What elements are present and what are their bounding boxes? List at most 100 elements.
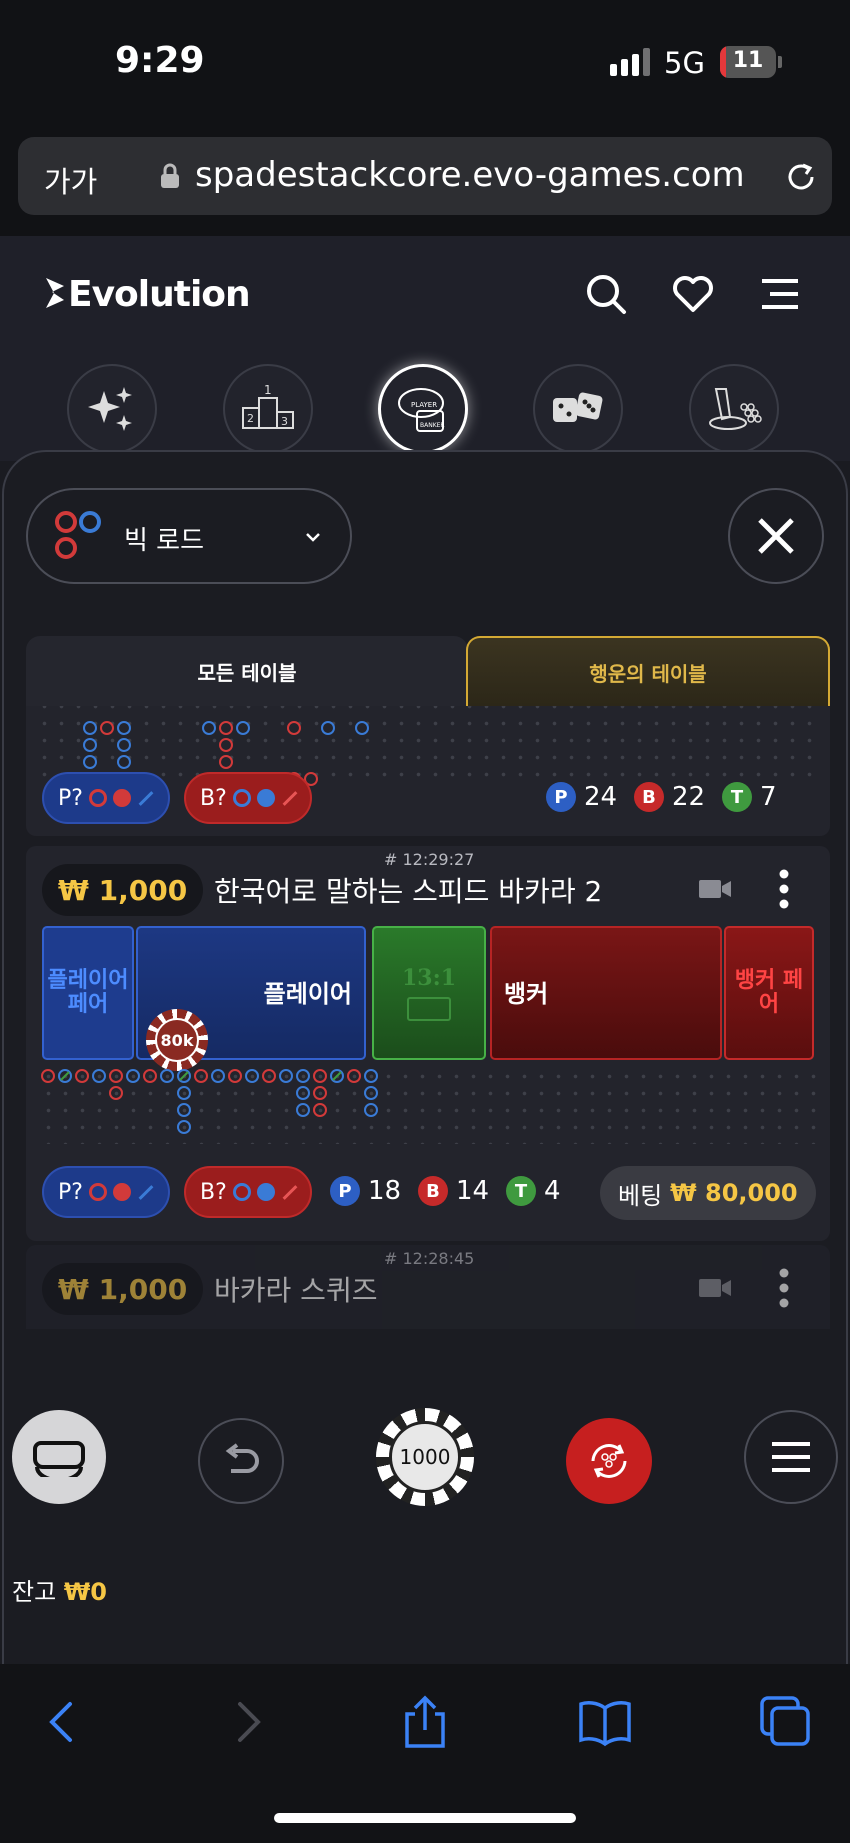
player-wins-count: P 18	[330, 1176, 401, 1206]
chip-selector[interactable]: 1000	[376, 1408, 474, 1506]
slash-icon	[282, 790, 298, 806]
category-roulette[interactable]	[689, 364, 779, 454]
chevron-down-icon	[306, 533, 320, 542]
svg-text:1: 1	[264, 383, 272, 397]
svg-text:2: 2	[247, 412, 254, 425]
big-road-icon	[55, 511, 101, 559]
tie-count: T7	[722, 782, 777, 812]
min-bet-badge: ₩ 1,000	[42, 1263, 204, 1315]
lobby-button[interactable]	[12, 1410, 106, 1504]
banker-wins-count: B 22	[634, 782, 705, 812]
current-bet-badge: 베팅 ₩ 80,000	[600, 1166, 816, 1220]
undo-icon	[225, 1443, 259, 1473]
tabs-icon[interactable]	[758, 1694, 814, 1750]
tie-payout: 13:1	[401, 965, 457, 991]
tab-all-tables[interactable]: 모든 테이블	[26, 636, 468, 706]
table-icon	[33, 1441, 85, 1477]
bet-zone-player-pair[interactable]: 플레이어 페어	[42, 926, 134, 1060]
podium-icon: 1 2 3	[242, 383, 294, 429]
bet-zone-banker-label: 뱅커	[504, 980, 549, 1008]
game-menu-button[interactable]	[744, 1410, 838, 1504]
road-type-label: 빅 로드	[124, 526, 205, 556]
table-list[interactable]: P? B? P 24 B 22 T7 # 12:29:27 ₩ 1,000 한국어로…	[26, 706, 830, 1329]
banker-pair-prediction[interactable]: B?	[184, 1166, 312, 1218]
favorites-heart-icon[interactable]	[671, 272, 715, 316]
undo-button[interactable]	[198, 1418, 284, 1504]
slash-icon	[138, 1184, 154, 1200]
cellular-signal-icon	[610, 48, 650, 76]
tab-lucky-tables[interactable]: 행운의 테이블	[466, 636, 830, 706]
more-options-icon[interactable]	[778, 868, 790, 910]
table-card[interactable]: # 12:29:27 ₩ 1,000 한국어로 말하는 스피드 바카라 2 플레…	[26, 846, 830, 1241]
table-round-id: # 12:28:45	[384, 1249, 475, 1268]
road-type-dropdown[interactable]: 빅 로드	[26, 488, 352, 584]
rebet-icon	[591, 1444, 627, 1478]
category-top-games[interactable]	[67, 364, 157, 454]
dice-icon	[553, 392, 603, 422]
table-round-id: # 12:29:27	[384, 850, 475, 869]
share-icon[interactable]	[397, 1694, 453, 1750]
brand-logo[interactable]: Evolution	[44, 274, 251, 315]
sparkles-icon	[88, 387, 132, 431]
menu-icon[interactable]	[758, 272, 802, 316]
slash-icon	[138, 790, 154, 806]
wheel-icon	[709, 388, 762, 430]
slash-icon	[282, 1184, 298, 1200]
chip-value: 1000	[389, 1421, 461, 1493]
network-type: 5G	[664, 46, 705, 80]
balance-display: 잔고 ₩0	[12, 1572, 107, 1607]
category-dice[interactable]	[533, 364, 623, 454]
clock: 9:29	[115, 40, 205, 81]
player-wins-count: P 24	[546, 782, 617, 812]
svg-text:3: 3	[281, 415, 288, 428]
url-text[interactable]: spadestackcore.evo-games.com	[195, 155, 745, 195]
search-icon[interactable]	[584, 272, 628, 316]
svg-text:PLAYER: PLAYER	[411, 401, 437, 409]
table-card[interactable]: # 12:28:45 ₩ 1,000 바카라 스퀴즈	[26, 1245, 830, 1329]
bet-zone-player-label: 플레이어	[263, 980, 352, 1008]
player-pair-prediction[interactable]: P?	[42, 772, 170, 824]
category-bar: 1 2 3 PLAYER BANKER	[0, 341, 850, 461]
battery-icon: 11	[720, 46, 776, 78]
tie-count: T4	[506, 1176, 561, 1206]
lock-icon	[161, 163, 179, 188]
big-road-grid	[40, 1068, 820, 1144]
table-card[interactable]: P? B? P 24 B 22 T7	[26, 706, 830, 836]
reload-icon[interactable]	[783, 159, 819, 195]
table-name[interactable]: 바카라 스퀴즈	[214, 1269, 377, 1309]
category-baccarat[interactable]: PLAYER BANKER	[378, 364, 468, 454]
player-pair-prediction[interactable]: P?	[42, 1166, 170, 1218]
close-icon	[758, 518, 794, 554]
svg-text:BANKER: BANKER	[420, 422, 445, 429]
player-banker-icon: PLAYER BANKER	[398, 388, 445, 432]
repeat-bet-button[interactable]	[566, 1418, 652, 1504]
brand-mark-icon	[44, 276, 66, 308]
balance-amount: ₩0	[63, 1578, 107, 1606]
min-bet-badge: ₩ 1,000	[42, 864, 204, 916]
text-size-button[interactable]: 가가	[44, 159, 97, 201]
placed-chip[interactable]: 80k	[146, 1009, 208, 1071]
address-bar[interactable]: 가가 spadestackcore.evo-games.com	[18, 137, 832, 215]
category-ranking[interactable]: 1 2 3	[223, 364, 313, 454]
battery-percent: 11	[732, 48, 764, 73]
back-icon[interactable]	[36, 1694, 92, 1750]
status-bar: 9:29 5G 11	[0, 0, 850, 120]
browser-toolbar: 가가 spadestackcore.evo-games.com	[0, 120, 850, 236]
video-camera-icon[interactable]	[698, 1277, 732, 1299]
banker-pair-prediction[interactable]: B?	[184, 772, 312, 824]
hamburger-icon	[772, 1442, 810, 1472]
app-header: Evolution	[0, 236, 850, 341]
bet-zone-banker-pair[interactable]: 뱅커 페어	[724, 926, 814, 1060]
cards-icon	[407, 997, 451, 1021]
bookmarks-icon[interactable]	[577, 1694, 633, 1750]
bet-zone-banker[interactable]: 뱅커	[490, 926, 722, 1060]
more-options-icon[interactable]	[778, 1267, 790, 1309]
forward-icon[interactable]	[218, 1694, 274, 1750]
big-road-beads	[41, 1069, 378, 1134]
home-indicator	[274, 1813, 576, 1823]
close-button[interactable]	[728, 488, 824, 584]
bet-zone-tie[interactable]: 13:1	[372, 926, 486, 1060]
table-name[interactable]: 한국어로 말하는 스피드 바카라 2	[214, 870, 602, 910]
video-camera-icon[interactable]	[698, 878, 732, 900]
balance-label: 잔고	[12, 1578, 57, 1606]
